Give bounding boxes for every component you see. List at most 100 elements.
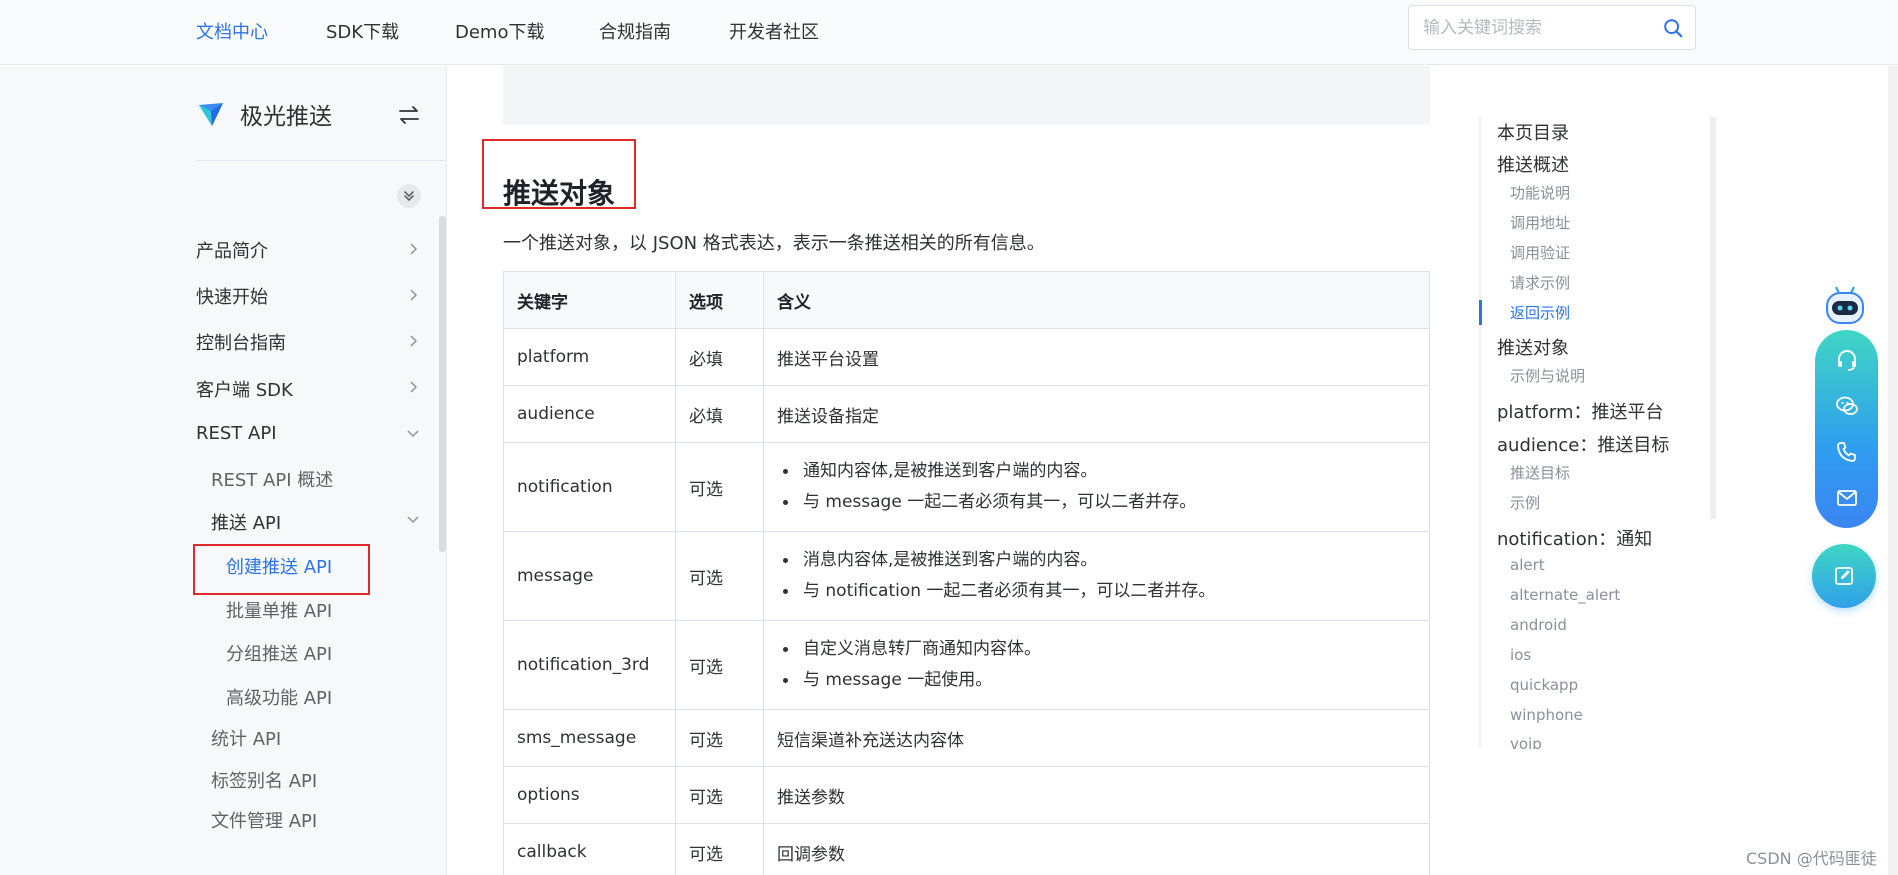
feedback-button[interactable] xyxy=(1812,544,1876,608)
list-item: 通知内容体,是被推送到客户端的内容。 xyxy=(777,456,1416,487)
cell-meaning: 回调参数 xyxy=(763,823,1430,875)
jiguang-logo-icon xyxy=(199,103,223,126)
table-row: options 可选 推送参数 xyxy=(503,766,1430,824)
list-item: 与 message 一起二者必须有其一，可以二者并存。 xyxy=(777,487,1416,518)
top-navbar: 文档中心 SDK下载 Demo下载 合规指南 开发者社区 xyxy=(0,0,1898,65)
search-box xyxy=(1408,5,1696,50)
header-meaning: 含义 xyxy=(763,271,1430,329)
code-block xyxy=(503,66,1430,125)
sidebar-item-intro[interactable]: 产品简介 xyxy=(196,237,268,263)
chevron-right-icon xyxy=(410,243,418,255)
cell-option: 必填 xyxy=(675,385,764,443)
sidebar-item-client-sdk[interactable]: 客户端 SDK xyxy=(196,376,293,402)
cell-key: notification xyxy=(503,442,676,532)
cell-key: options xyxy=(503,766,676,824)
mail-icon[interactable] xyxy=(1835,486,1859,510)
toc-item[interactable]: 推送概述 xyxy=(1497,151,1569,177)
toc-item[interactable]: 示例 xyxy=(1510,492,1540,513)
sidebar-item-push-api[interactable]: 推送 API xyxy=(211,509,281,535)
wechat-icon[interactable] xyxy=(1835,394,1859,418)
toc-item[interactable]: quickapp xyxy=(1510,676,1578,694)
watermark: CSDN @代码匪徒 xyxy=(1746,849,1877,868)
brand-name: 极光推送 xyxy=(240,104,332,130)
sidebar-item-rest-api-overview[interactable]: REST API 概述 xyxy=(211,466,333,492)
cell-option: 可选 xyxy=(675,709,764,767)
chevron-down-icon xyxy=(407,516,419,524)
headset-icon[interactable] xyxy=(1835,348,1859,372)
highlight-box-sidebar xyxy=(193,544,370,595)
toc-item[interactable]: android xyxy=(1510,616,1567,634)
sidebar-item-group-push-api[interactable]: 分组推送 API xyxy=(226,640,332,666)
list-item: 与 message 一起使用。 xyxy=(777,665,1416,696)
table-row: notification 可选 通知内容体,是被推送到客户端的内容。 与 mes… xyxy=(503,442,1430,532)
toc-item[interactable]: 调用验证 xyxy=(1510,242,1570,263)
toc-item[interactable]: 推送目标 xyxy=(1510,462,1570,483)
toc-item[interactable]: platform：推送平台 xyxy=(1497,398,1663,424)
topnav-demo-download[interactable]: Demo下载 xyxy=(455,18,544,44)
toc-item[interactable]: 推送对象 xyxy=(1497,334,1569,360)
cell-key: message xyxy=(503,531,676,621)
table-header-row: 关键字 选项 含义 xyxy=(503,271,1430,329)
toc-item[interactable]: alert xyxy=(1510,556,1545,574)
toc-title: 本页目录 xyxy=(1497,123,1569,144)
search-icon[interactable] xyxy=(1662,17,1684,39)
section-description: 一个推送对象，以 JSON 格式表达，表示一条推送相关的所有信息。 xyxy=(503,233,1045,254)
toc-item[interactable]: ios xyxy=(1510,646,1531,664)
robot-icon[interactable] xyxy=(1824,285,1866,335)
contact-panel xyxy=(1815,330,1878,528)
sidebar-item-advanced-api[interactable]: 高级功能 API xyxy=(226,684,332,710)
toc-item[interactable]: voip xyxy=(1510,735,1542,749)
page-scrollbar[interactable] xyxy=(1888,66,1898,875)
search-input[interactable] xyxy=(1423,17,1653,39)
chevron-right-icon xyxy=(410,289,418,301)
toc-item[interactable]: 功能说明 xyxy=(1510,182,1570,203)
topnav-compliance[interactable]: 合规指南 xyxy=(599,18,671,44)
list-item: 消息内容体,是被推送到客户端的内容。 xyxy=(777,545,1416,576)
sidebar-item-batch-push-api[interactable]: 批量单推 API xyxy=(226,597,332,623)
toc-active-indicator xyxy=(1479,300,1482,325)
toc-item[interactable]: alternate_alert xyxy=(1510,586,1620,604)
sidebar-item-rest-api[interactable]: REST API xyxy=(196,423,277,444)
cell-meaning: 通知内容体,是被推送到客户端的内容。 与 message 一起二者必须有其一，可… xyxy=(763,442,1430,532)
cell-option: 必填 xyxy=(675,328,764,386)
cell-option: 可选 xyxy=(675,620,764,710)
header-key: 关键字 xyxy=(503,271,676,329)
sidebar-item-stats-api[interactable]: 统计 API xyxy=(211,725,281,751)
cell-option: 可选 xyxy=(675,766,764,824)
phone-icon[interactable] xyxy=(1835,440,1859,464)
cell-meaning: 推送平台设置 xyxy=(763,328,1430,386)
chevron-right-icon xyxy=(410,381,418,393)
table-row: audience 必填 推送设备指定 xyxy=(503,385,1430,443)
toc-item-active[interactable]: 返回示例 xyxy=(1510,302,1570,323)
switch-product-icon[interactable] xyxy=(397,104,421,126)
params-table: 关键字 选项 含义 platform 必填 推送平台设置 audience 必填… xyxy=(503,271,1430,875)
toc-scrollbar[interactable] xyxy=(1710,117,1716,519)
topnav-docs[interactable]: 文档中心 xyxy=(196,18,268,44)
toc-item[interactable]: winphone xyxy=(1510,706,1583,724)
toc-item[interactable]: 请求示例 xyxy=(1510,272,1570,293)
sidebar-item-console-guide[interactable]: 控制台指南 xyxy=(196,329,286,355)
table-row: callback 可选 回调参数 xyxy=(503,823,1430,875)
sidebar-scrollbar[interactable] xyxy=(439,216,446,552)
topnav-community[interactable]: 开发者社区 xyxy=(729,18,819,44)
sidebar-item-tag-alias-api[interactable]: 标签别名 API xyxy=(211,767,317,793)
header-option: 选项 xyxy=(675,271,764,329)
collapse-all-button[interactable] xyxy=(397,184,421,208)
cell-key: notification_3rd xyxy=(503,620,676,710)
edit-icon xyxy=(1835,567,1853,585)
cell-option: 可选 xyxy=(675,442,764,532)
topnav-sdk-download[interactable]: SDK下载 xyxy=(326,18,399,44)
toc-rail xyxy=(1479,117,1481,747)
chevron-right-icon xyxy=(410,335,418,347)
toc-item[interactable]: audience：推送目标 xyxy=(1497,431,1669,457)
sidebar-item-quickstart[interactable]: 快速开始 xyxy=(196,283,268,309)
toc-item[interactable]: 调用地址 xyxy=(1510,212,1570,233)
toc-item[interactable]: notification：通知 xyxy=(1497,525,1652,551)
cell-meaning: 自定义消息转厂商通知内容体。 与 message 一起使用。 xyxy=(763,620,1430,710)
cell-key: callback xyxy=(503,823,676,875)
toc-item[interactable]: 示例与说明 xyxy=(1510,365,1585,386)
cell-key: audience xyxy=(503,385,676,443)
cell-meaning: 推送设备指定 xyxy=(763,385,1430,443)
sidebar-item-file-api[interactable]: 文件管理 API xyxy=(211,807,317,833)
table-row: message 可选 消息内容体,是被推送到客户端的内容。 与 notifica… xyxy=(503,531,1430,621)
